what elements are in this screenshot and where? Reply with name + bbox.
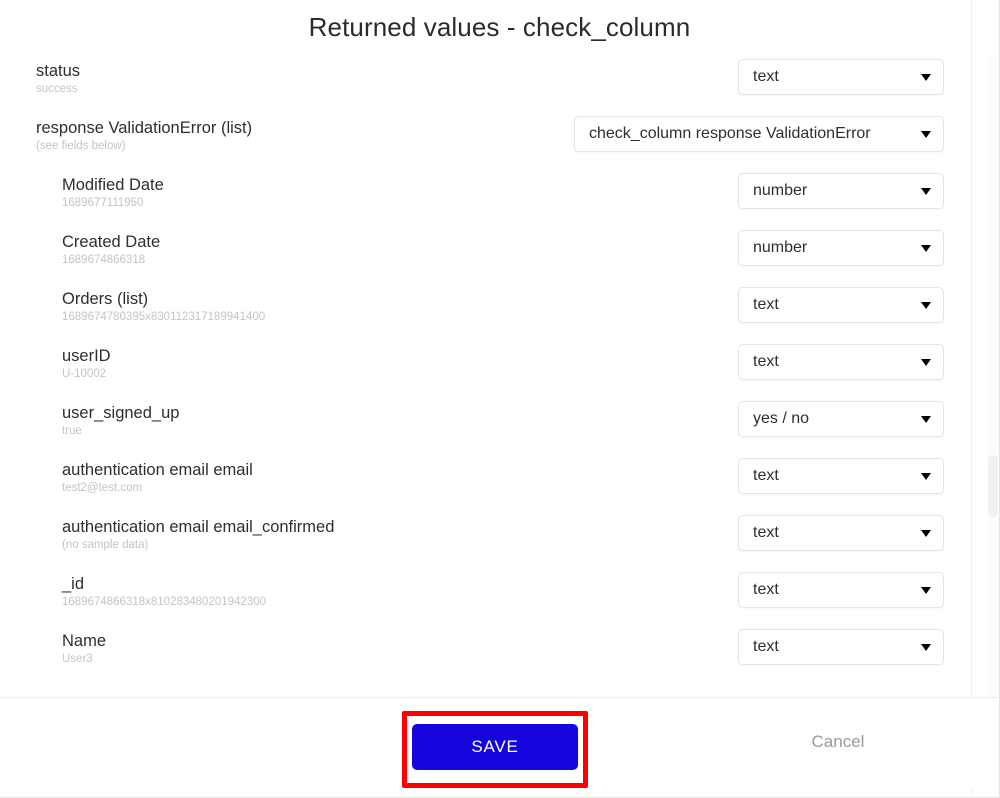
field-row: Orders (list) 1689674780395x8301123171899… xyxy=(0,283,998,340)
field-label-group: user_signed_uptrue xyxy=(62,403,179,439)
chevron-down-icon xyxy=(921,187,931,195)
field-label-group: status success xyxy=(36,61,80,97)
field-label-group: response ValidationError (list) (see fiel… xyxy=(36,118,252,154)
field-type-select[interactable]: number xyxy=(738,173,944,209)
field-name: Name xyxy=(62,632,107,650)
chevron-down-icon xyxy=(921,529,931,537)
chevron-down-icon xyxy=(921,472,931,480)
field-label-group: Orders (list) 1689674780395x8301123171899… xyxy=(62,289,265,325)
field-row: _id 1689674866318x810283480201942300 text xyxy=(0,568,998,625)
field-rows-list: status success text response ValidationErro… xyxy=(0,55,998,682)
field-type-select-value: text xyxy=(753,638,779,655)
field-sample-value: true xyxy=(62,425,82,437)
field-sample-value: test2@test.com xyxy=(62,482,143,494)
field-row: response ValidationError (list) (see fiel… xyxy=(0,112,998,169)
vertical-scrollbar-track[interactable] xyxy=(987,55,999,697)
fields-scroll-area[interactable]: status success text response ValidationErro… xyxy=(0,55,998,697)
field-sample-value: User3 xyxy=(62,653,93,665)
field-type-select-value: text xyxy=(753,68,779,85)
field-type-select[interactable]: yes / no xyxy=(738,401,944,437)
field-label-group: Modified Date 1689677111950 xyxy=(62,175,164,211)
chevron-down-icon xyxy=(921,244,931,252)
field-name: Modified Date xyxy=(62,176,164,194)
field-name: Orders (list) xyxy=(62,290,149,308)
field-row: authentication email email test2@test.com… xyxy=(0,454,998,511)
field-type-select-value: text xyxy=(753,524,779,541)
field-label-group: authentication email email_confirmed (no … xyxy=(62,517,334,553)
field-type-select-value: number xyxy=(753,182,808,199)
field-row: Modified Date 1689677111950 number xyxy=(0,169,998,226)
vertical-scrollbar-thumb[interactable] xyxy=(988,455,998,517)
field-sample-value: 1689674866318 xyxy=(62,254,146,266)
field-name: response ValidationError (list) xyxy=(36,119,253,137)
cancel-button[interactable]: Cancel xyxy=(770,731,906,753)
field-type-select[interactable]: number xyxy=(738,230,944,266)
field-sample-value: (see fields below) xyxy=(36,140,126,152)
field-label-group: Created Date 1689674866318 xyxy=(62,232,160,268)
chevron-down-icon xyxy=(921,586,931,594)
field-type-select[interactable]: text xyxy=(738,344,944,380)
field-label-group: _id 1689674866318x810283480201942300 xyxy=(62,574,266,610)
field-sample-value: success xyxy=(36,83,78,95)
field-label-group: authentication email email test2@test.com xyxy=(62,460,253,496)
field-type-select[interactable]: text xyxy=(738,572,944,608)
field-name: status xyxy=(36,62,81,80)
field-row: Created Date 1689674866318 number xyxy=(0,226,998,283)
save-button[interactable]: SAVE xyxy=(412,724,578,770)
field-sample-value: U-10002 xyxy=(62,368,107,380)
field-type-select-value: text xyxy=(753,467,779,484)
field-name: userID xyxy=(62,347,111,365)
field-row: Name User3 text xyxy=(0,625,998,682)
field-row: userID U-10002 text xyxy=(0,340,998,397)
chevron-down-icon xyxy=(921,301,931,309)
returned-values-dialog: Returned values - check_column status suc… xyxy=(0,0,1000,798)
field-label-group: Name User3 xyxy=(62,631,106,667)
field-name: authentication email email_confirmed xyxy=(62,518,335,536)
field-type-select[interactable]: text xyxy=(738,287,944,323)
field-type-select[interactable]: text xyxy=(738,629,944,665)
field-type-select-value: number xyxy=(753,239,808,256)
field-sample-value: 1689674780395x830112317189941400 xyxy=(62,311,266,323)
field-name: user_signed_up xyxy=(62,404,180,422)
field-row: authentication email email_confirmed (no … xyxy=(0,511,998,568)
field-name: authentication email email xyxy=(62,461,253,479)
chevron-down-icon xyxy=(921,358,931,366)
field-type-select-value: text xyxy=(753,296,779,313)
chevron-down-icon xyxy=(921,73,931,81)
chevron-down-icon xyxy=(921,130,931,138)
field-sample-value: 1689677111950 xyxy=(62,197,144,209)
field-name: Created Date xyxy=(62,233,161,251)
dialog-footer: SAVE Cancel xyxy=(0,697,998,787)
field-type-select[interactable]: text xyxy=(738,515,944,551)
panel-divider xyxy=(971,0,972,797)
chevron-down-icon xyxy=(921,415,931,423)
field-type-select-value: text xyxy=(753,353,779,370)
page-title: Returned values - check_column xyxy=(308,12,691,42)
field-type-select[interactable]: text xyxy=(738,59,944,95)
field-row: user_signed_uptrue yes / no xyxy=(0,397,998,454)
chevron-down-icon xyxy=(921,643,931,651)
field-sample-value: (no sample data) xyxy=(62,539,149,551)
field-label-group: userID U-10002 xyxy=(62,346,111,382)
field-type-select-value: yes / no xyxy=(753,410,810,427)
field-type-select-value: check_column response ValidationError xyxy=(589,125,871,142)
field-sample-value: 1689674866318x810283480201942300 xyxy=(62,596,267,608)
field-name: _id xyxy=(62,575,85,593)
field-type-select-value: text xyxy=(753,581,779,598)
field-type-select[interactable]: text xyxy=(738,458,944,494)
field-row: status success text xyxy=(0,55,998,112)
field-type-select[interactable]: check_column response ValidationError xyxy=(574,116,944,152)
